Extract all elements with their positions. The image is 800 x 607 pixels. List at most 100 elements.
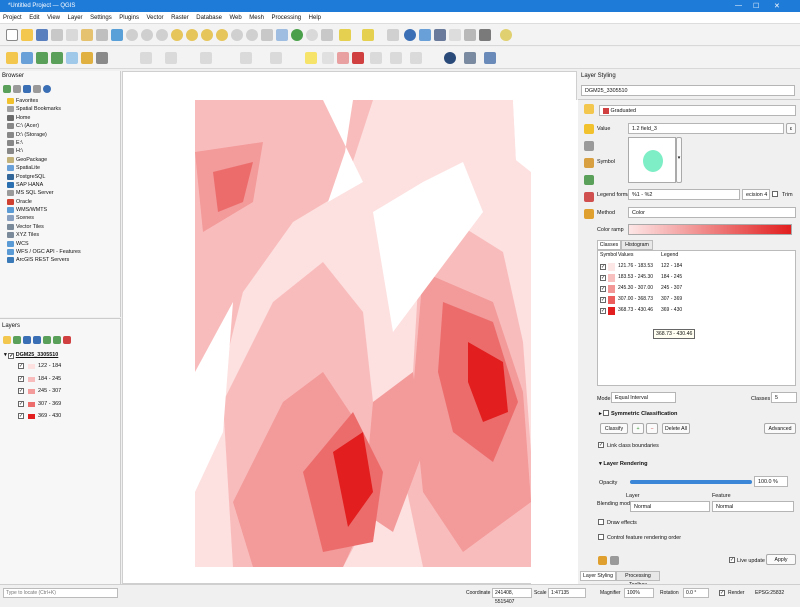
browser-item[interactable]: ArcGIS REST Servers: [0, 256, 81, 264]
open-project-icon[interactable]: [21, 29, 33, 41]
history-tab-icon[interactable]: [584, 192, 594, 202]
diagrams-tab-icon[interactable]: [584, 175, 594, 185]
pan-icon[interactable]: [96, 29, 108, 41]
browser-refresh-icon[interactable]: [13, 85, 21, 93]
select-features-icon[interactable]: [339, 29, 351, 41]
browser-item[interactable]: MS SQL Server: [0, 189, 81, 197]
browser-item[interactable]: Home: [0, 114, 81, 122]
class-row-legend[interactable]: 184 - 245: [661, 274, 682, 280]
class-row-values[interactable]: 368.73 - 430.46: [618, 307, 653, 313]
plugin-icon[interactable]: [484, 52, 496, 64]
menu-plugins[interactable]: Plugins: [119, 15, 139, 21]
field-calculator-icon[interactable]: [387, 29, 399, 41]
magnifier-input[interactable]: 100%: [624, 588, 654, 598]
method-select[interactable]: Color: [628, 207, 796, 218]
browser-item[interactable]: WCS: [0, 240, 81, 248]
close-button[interactable]: ✕: [774, 2, 780, 10]
advanced-button[interactable]: Advanced: [764, 423, 796, 434]
add-line-icon[interactable]: [51, 52, 63, 64]
label-pin-icon[interactable]: [322, 52, 334, 64]
classes-spinner[interactable]: 5: [771, 392, 797, 403]
color-ramp-button[interactable]: [628, 224, 792, 235]
browser-filter-icon[interactable]: [23, 85, 31, 93]
label-icon[interactable]: [305, 52, 317, 64]
menu-database[interactable]: Database: [196, 15, 222, 21]
zoom-in-icon[interactable]: [126, 29, 138, 41]
map-canvas[interactable]: [122, 71, 578, 585]
tab-classes[interactable]: Classes: [597, 240, 621, 250]
locate-input[interactable]: Type to locate (Ctrl+K): [3, 588, 118, 598]
zoom-last-icon[interactable]: [231, 29, 243, 41]
browser-item[interactable]: SpatiaLite: [0, 164, 81, 172]
class-row-checkbox[interactable]: ✓: [600, 275, 606, 281]
tips-icon[interactable]: [500, 29, 512, 41]
masks-tab-icon[interactable]: [584, 141, 594, 151]
class-row-values[interactable]: 245.30 - 307.00: [618, 285, 653, 291]
statistics-icon[interactable]: [434, 29, 446, 41]
class-row-checkbox[interactable]: ✓: [600, 297, 606, 303]
legend-class-checkbox[interactable]: ✓: [18, 388, 24, 394]
labels-tab-icon[interactable]: [584, 124, 594, 134]
class-row-values[interactable]: 121.76 - 183.53: [618, 263, 653, 269]
cut-icon[interactable]: [200, 52, 212, 64]
value-field-select[interactable]: 1.2 field_3: [628, 123, 784, 134]
layout-manager-icon[interactable]: [81, 29, 93, 41]
layer-selector[interactable]: DGM25_3305510: [581, 85, 795, 96]
render-checkbox[interactable]: ✓: [719, 590, 725, 596]
browser-item[interactable]: H:\: [0, 147, 81, 155]
expand-all-icon[interactable]: [43, 336, 51, 344]
paint-tab-icon[interactable]: [584, 209, 594, 219]
attribute-table-icon[interactable]: [404, 29, 416, 41]
symbol-button[interactable]: [628, 137, 676, 183]
zoom-rubber-icon[interactable]: [156, 29, 168, 41]
new-3d-map-icon[interactable]: [276, 29, 288, 41]
browser-add-icon[interactable]: [3, 85, 11, 93]
browser-item[interactable]: PostgreSQL: [0, 173, 81, 181]
class-row[interactable]: ✓ 245.30 - 307.00 245 - 307: [598, 284, 795, 295]
minimize-button[interactable]: —: [735, 2, 742, 9]
browser-collapse-icon[interactable]: [33, 85, 41, 93]
layer-visibility-checkbox[interactable]: ✓: [8, 353, 15, 359]
print-layout-icon[interactable]: [66, 29, 78, 41]
delete-all-button[interactable]: Delete All: [662, 423, 690, 434]
expression-icon[interactable]: ε: [786, 123, 796, 134]
class-row-checkbox[interactable]: ✓: [600, 264, 606, 270]
class-row-swatch[interactable]: [608, 274, 615, 282]
tab-processing-toolbox[interactable]: Processing Toolbox: [616, 571, 660, 588]
undo-style-icon[interactable]: [598, 556, 607, 565]
label-show-icon[interactable]: [352, 52, 364, 64]
browser-item[interactable]: WFS / OGC API - Features: [0, 248, 81, 256]
tab-layer-styling[interactable]: Layer Styling: [580, 571, 616, 581]
apply-button[interactable]: Apply: [766, 554, 796, 565]
menu-help[interactable]: Help: [309, 15, 321, 21]
menu-settings[interactable]: Settings: [90, 15, 112, 21]
legend-class-checkbox[interactable]: ✓: [18, 413, 24, 419]
class-row-values[interactable]: 307.00 - 368.73: [618, 296, 653, 302]
undo-icon[interactable]: [140, 52, 152, 64]
browser-item[interactable]: SAP HANA: [0, 181, 81, 189]
zoom-full-icon[interactable]: [171, 29, 183, 41]
refresh-icon[interactable]: [291, 29, 303, 41]
vertex-tool-icon[interactable]: [81, 52, 93, 64]
class-row-swatch[interactable]: [608, 296, 615, 304]
add-point-icon[interactable]: [36, 52, 48, 64]
zoom-layer-icon[interactable]: [201, 29, 213, 41]
legend-class-checkbox[interactable]: ✓: [18, 363, 24, 369]
browser-info-icon[interactable]: [43, 85, 51, 93]
class-row-legend[interactable]: 307 - 369: [661, 296, 682, 302]
scale-input[interactable]: 1:47135: [548, 588, 586, 598]
trim-checkbox[interactable]: [772, 191, 778, 197]
crs-label[interactable]: EPSG:25832: [755, 590, 784, 596]
class-row-checkbox[interactable]: ✓: [600, 286, 606, 292]
opacity-slider[interactable]: [630, 480, 752, 484]
menu-view[interactable]: View: [47, 15, 60, 21]
paste-icon[interactable]: [270, 52, 282, 64]
add-class-icon[interactable]: +: [632, 423, 644, 434]
class-row-values[interactable]: 183.53 - 245.30: [618, 274, 653, 280]
layer-style-icon[interactable]: [3, 336, 11, 344]
save-as-icon[interactable]: [51, 29, 63, 41]
label-move-icon[interactable]: [370, 52, 382, 64]
blend-layer-select[interactable]: Normal: [630, 501, 710, 512]
digitize-icon[interactable]: [21, 52, 33, 64]
browser-item[interactable]: Favorites: [0, 97, 81, 105]
